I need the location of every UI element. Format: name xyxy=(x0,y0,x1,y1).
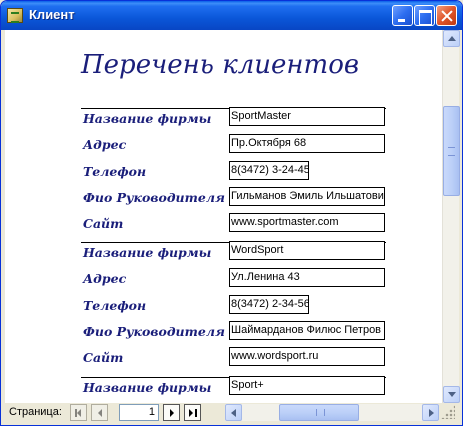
field-phone: 8(3472) 2-34-56 xyxy=(229,295,309,314)
field-company: SportMaster xyxy=(229,107,385,126)
horizontal-scrollbar[interactable] xyxy=(225,404,439,421)
label-company: Название фирмы xyxy=(83,111,212,126)
label-phone: Телефон xyxy=(83,164,147,179)
scroll-left-button[interactable] xyxy=(225,404,242,421)
label-company: Название фирмы xyxy=(83,380,212,395)
label-site: Сайт xyxy=(83,350,124,365)
report-page: Перечень клиентов Название фирмы SportMa… xyxy=(5,30,442,403)
page-number-input[interactable]: 1 xyxy=(119,404,159,421)
arrow-left-icon xyxy=(231,409,236,417)
horizontal-scroll-thumb[interactable] xyxy=(279,404,359,421)
report-title: Перечень клиентов xyxy=(81,50,359,80)
field-director: Шаймарданов Филюс Петров xyxy=(229,321,385,340)
arrow-down-icon xyxy=(448,392,456,397)
last-page-icon xyxy=(195,409,197,417)
field-address: Ул.Ленина 43 xyxy=(229,268,385,287)
minimize-button[interactable] xyxy=(392,5,413,26)
previous-page-icon xyxy=(98,409,102,417)
scroll-right-button[interactable] xyxy=(422,404,439,421)
arrow-right-icon xyxy=(429,409,434,417)
arrow-up-icon xyxy=(448,36,456,41)
label-director: Фио Руководителя xyxy=(83,324,225,339)
field-address: Пр.Октября 68 xyxy=(229,134,385,153)
label-director: Фио Руководителя xyxy=(83,190,225,205)
vertical-scroll-thumb[interactable] xyxy=(443,106,460,196)
next-page-button[interactable] xyxy=(163,404,180,421)
window-title: Клиент xyxy=(29,7,75,22)
title-bar[interactable]: Клиент xyxy=(1,1,462,30)
field-company: Sport+ xyxy=(229,376,385,395)
field-phone: 8(3472) 3-24-45 xyxy=(229,161,309,180)
scroll-down-button[interactable] xyxy=(443,386,460,403)
maximize-button[interactable] xyxy=(414,5,435,26)
first-page-arrow-icon xyxy=(77,409,81,417)
first-page-button[interactable] xyxy=(70,404,87,421)
report-window: Клиент Перечень клиентов Название фирмы … xyxy=(0,0,463,426)
field-site: www.wordsport.ru xyxy=(229,347,385,366)
field-site: www.sportmaster.com xyxy=(229,213,385,232)
label-address: Адрес xyxy=(83,137,127,152)
resize-grip-icon[interactable] xyxy=(441,405,455,419)
previous-page-button[interactable] xyxy=(91,404,108,421)
field-company: WordSport xyxy=(229,241,385,260)
label-address: Адрес xyxy=(83,271,127,286)
label-phone: Телефон xyxy=(83,298,147,313)
vertical-scrollbar[interactable] xyxy=(442,30,460,403)
label-company: Название фирмы xyxy=(83,245,212,260)
report-icon xyxy=(7,8,23,23)
label-site: Сайт xyxy=(83,216,124,231)
close-button[interactable] xyxy=(436,5,457,26)
next-page-icon xyxy=(170,409,174,417)
page-label: Страница: xyxy=(9,406,62,418)
page-navigation-bar: Страница: 1 xyxy=(5,403,459,423)
field-director: Гильманов Эмиль Ильшатови xyxy=(229,187,385,206)
last-page-button[interactable] xyxy=(184,404,201,421)
scroll-up-button[interactable] xyxy=(443,30,460,47)
last-page-arrow-icon xyxy=(189,409,193,417)
